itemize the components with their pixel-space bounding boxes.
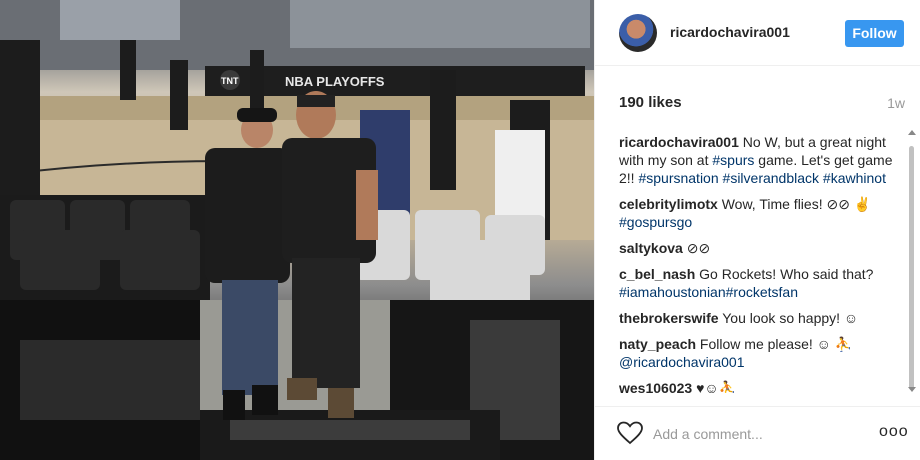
- comment-text: Go Rockets! Who said that?: [695, 266, 874, 282]
- comment-username[interactable]: wes106023: [619, 380, 692, 393]
- comment-item: saltykova ⊘⊘: [619, 239, 901, 257]
- comment-username[interactable]: thebrokerswife: [619, 310, 719, 326]
- scroll-up-arrow-icon[interactable]: [908, 130, 916, 135]
- comment-text: ♥☺⛹: [692, 380, 737, 393]
- comment-item: c_bel_nash Go Rockets! Who said that? #i…: [619, 265, 901, 301]
- post-photo[interactable]: NBA PLAYOFFS TNT: [0, 0, 594, 460]
- post-side-panel: ricardochavira001 Follow 190 likes 1w ri…: [594, 0, 920, 460]
- comment-item: naty_peach Follow me please! ☺ ⛹ @ricard…: [619, 335, 901, 371]
- court-banner-text: NBA PLAYOFFS: [285, 74, 385, 89]
- comment-item: ricardochavira001 No W, but a great nigh…: [619, 133, 901, 187]
- comment-text: ⊘⊘: [682, 240, 711, 256]
- heart-icon[interactable]: [617, 421, 643, 445]
- comment-item: thebrokerswife You look so happy! ☺: [619, 309, 901, 327]
- comment-username[interactable]: naty_peach: [619, 336, 696, 352]
- comment-username[interactable]: saltykova: [619, 240, 683, 256]
- hashtag-link[interactable]: #gospursgo: [619, 214, 692, 230]
- comment-item: celebritylimotx Wow, Time flies! ⊘⊘ ✌ #go…: [619, 195, 901, 231]
- likes-count[interactable]: 190 likes: [619, 94, 682, 111]
- post-age[interactable]: 1w: [887, 95, 905, 111]
- tnt-logo: TNT: [221, 76, 239, 86]
- comment-bar: ooo: [595, 406, 920, 460]
- hashtag-link[interactable]: #spursnation: [638, 170, 722, 186]
- avatar[interactable]: [619, 14, 657, 52]
- emoji-icon: ✌: [853, 196, 872, 212]
- more-options-icon[interactable]: ooo: [879, 423, 909, 441]
- hashtag-link[interactable]: #kawhinot: [823, 170, 886, 186]
- comment-input[interactable]: [653, 423, 873, 445]
- comment-item: wes106023 ♥☺⛹: [619, 379, 901, 393]
- header-username[interactable]: ricardochavira001: [670, 24, 790, 40]
- comment-text: Follow me please! ☺ ⛹: [696, 336, 853, 352]
- comments-list[interactable]: ricardochavira001 No W, but a great nigh…: [619, 133, 901, 393]
- likes-row: 190 likes 1w: [619, 94, 905, 112]
- mention-link[interactable]: @ricardochavira001: [619, 354, 745, 370]
- hashtag-link[interactable]: #spurs: [712, 152, 754, 168]
- hashtag-link[interactable]: #silverandblack: [723, 170, 823, 186]
- photo-scene: NBA PLAYOFFS TNT: [0, 0, 594, 460]
- comment-username[interactable]: celebritylimotx: [619, 196, 718, 212]
- comments-scrollbar[interactable]: [908, 126, 916, 394]
- comment-text: You look so happy! ☺: [718, 310, 859, 326]
- hashtag-link[interactable]: #iamahoustonian#rocketsfan: [619, 284, 798, 300]
- comment-username[interactable]: ricardochavira001: [619, 134, 739, 150]
- follow-button[interactable]: Follow: [845, 20, 904, 47]
- comment-username[interactable]: c_bel_nash: [619, 266, 695, 282]
- post-header: ricardochavira001 Follow: [595, 0, 920, 66]
- comment-text: Wow, Time flies! ⊘⊘: [717, 196, 854, 212]
- scroll-down-arrow-icon[interactable]: [908, 387, 916, 392]
- scroll-thumb[interactable]: [909, 146, 914, 390]
